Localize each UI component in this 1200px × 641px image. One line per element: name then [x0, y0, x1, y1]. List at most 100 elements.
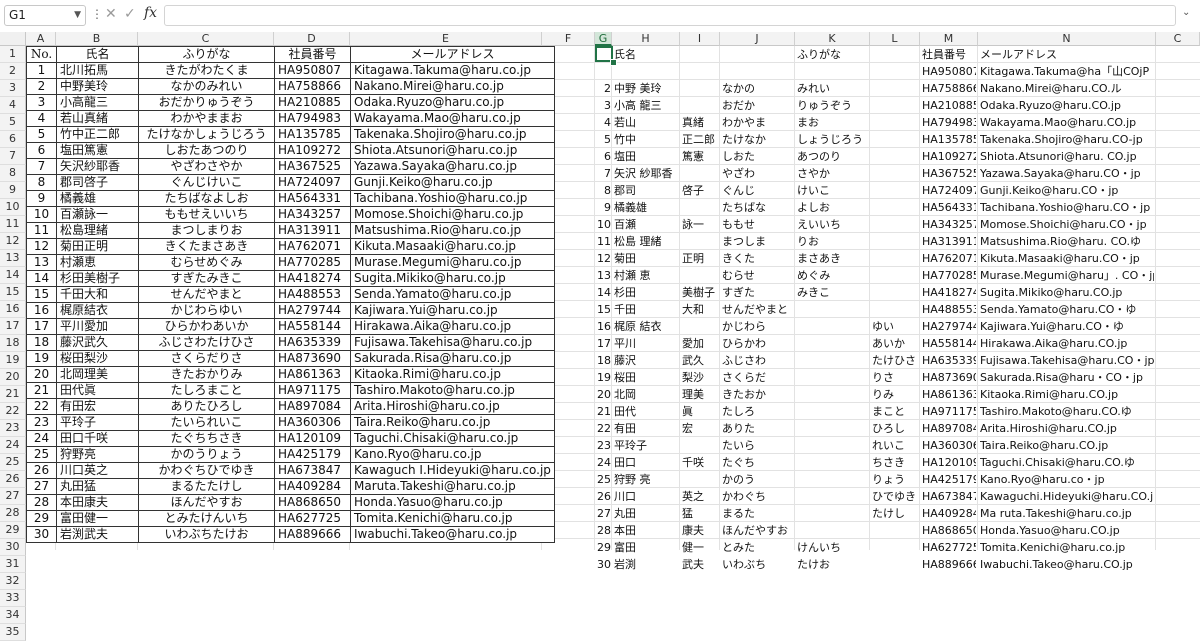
raw-cell-n[interactable]: Yazawa.Sayaka@haru.CO・jp — [980, 165, 1154, 182]
cell-furigana[interactable]: たしろまこと — [138, 382, 275, 399]
column-header-e[interactable]: E — [350, 32, 542, 46]
raw-cell-n[interactable]: Kajiwara.Yui@haru.CO・ゆ — [980, 318, 1154, 335]
cell-furigana[interactable]: さくらだりさ — [138, 350, 275, 367]
raw-cell-h[interactable]: 田口 — [614, 454, 678, 471]
cell-no[interactable]: 23 — [26, 414, 57, 431]
cell-email[interactable]: Sugita.Mikiko@haru.co.jp — [350, 270, 555, 287]
cell-email[interactable]: Kano.Ryo@haru.co.jp — [350, 446, 555, 463]
more-vertical-icon[interactable]: ⋮ — [91, 7, 103, 21]
x-icon[interactable]: ✕ — [105, 6, 117, 22]
column-header-l[interactable]: L — [870, 32, 920, 46]
row-header[interactable]: 7 — [0, 148, 26, 165]
row-header[interactable]: 4 — [0, 97, 26, 114]
raw-cell-i[interactable]: 英之 — [682, 488, 718, 505]
cell-employee-id[interactable]: HA897084 — [274, 398, 351, 415]
cell-email[interactable]: Kawaguch I.Hideyuki@haru.co.jp — [350, 462, 555, 479]
cell-employee-id[interactable]: HA971175 — [274, 382, 351, 399]
cell-employee-id[interactable]: HA758866 — [274, 78, 351, 95]
row-header[interactable]: 35 — [0, 624, 26, 641]
cell-employee-id[interactable]: HA627725 — [274, 510, 351, 527]
column-header-b[interactable]: B — [56, 32, 138, 46]
raw-cell-m[interactable]: HA120109 — [922, 454, 976, 471]
cell-no[interactable]: 6 — [26, 142, 57, 159]
cell-no[interactable]: 12 — [26, 238, 57, 255]
row-header[interactable]: 17 — [0, 318, 26, 335]
cell-name[interactable]: 橘義雄 — [56, 190, 139, 207]
cell-no[interactable]: 11 — [26, 222, 57, 239]
cell-no[interactable]: 22 — [26, 398, 57, 415]
raw-cell-h[interactable]: 松島 理緒 — [614, 233, 678, 250]
column-header-f[interactable]: F — [542, 32, 595, 46]
cell-furigana[interactable]: わかやままお — [138, 110, 275, 127]
cell-furigana[interactable]: やざわさやか — [138, 158, 275, 175]
cell-furigana[interactable]: まつしまりお — [138, 222, 275, 239]
column-header-a[interactable]: A — [26, 32, 56, 46]
raw-cell-n[interactable]: Gunji.Keiko@haru.CO・jp — [980, 182, 1154, 199]
formula-input[interactable] — [164, 5, 1176, 26]
cell-employee-id[interactable]: HA770285 — [274, 254, 351, 271]
raw-cell-m[interactable]: HA868650 — [922, 522, 976, 539]
raw-cell-j[interactable]: ぐんじ — [722, 182, 793, 199]
raw-cell-i[interactable]: 梨沙 — [682, 369, 718, 386]
cell-employee-id[interactable]: HA135785 — [274, 126, 351, 143]
raw-cell-i[interactable]: 眞 — [682, 403, 718, 420]
raw-cell-g[interactable]: 13 — [596, 267, 611, 284]
raw-cell-g[interactable]: 18 — [596, 352, 611, 369]
raw-cell-g[interactable]: 9 — [596, 199, 611, 216]
raw-cell-n[interactable]: Shiota.Atsunori@haru. CO.jp — [980, 148, 1154, 165]
raw-cell-j[interactable]: せんだやまと — [722, 301, 793, 318]
raw-cell-j[interactable]: たちばな — [722, 199, 793, 216]
cell-name[interactable]: 矢沢紗耶香 — [56, 158, 139, 175]
raw-cell-m[interactable]: HA418274 — [922, 284, 976, 301]
raw-cell-j[interactable]: とみた — [722, 539, 793, 556]
header-name[interactable]: 氏名 — [56, 46, 139, 63]
raw-cell-j[interactable]: むらせ — [722, 267, 793, 284]
cell-name[interactable]: 本田康夫 — [56, 494, 139, 511]
cell-no[interactable]: 25 — [26, 446, 57, 463]
raw-cell-m[interactable]: HA794983 — [922, 114, 976, 131]
row-header[interactable]: 26 — [0, 471, 26, 488]
raw-cell-h[interactable]: 有田 — [614, 420, 678, 437]
raw-cell-k[interactable]: みれい — [797, 80, 868, 97]
raw-cell-n[interactable]: Taguchi.Chisaki@haru.CO.ゆ — [980, 454, 1154, 471]
raw-cell-m[interactable]: HA558144 — [922, 335, 976, 352]
cell-email[interactable]: Honda.Yasuo@haru.co.jp — [350, 494, 555, 511]
cell-furigana[interactable]: たいられいこ — [138, 414, 275, 431]
cell-name[interactable]: 丸田猛 — [56, 478, 139, 495]
chevron-down-icon[interactable]: ▼ — [74, 6, 81, 25]
raw-cell-g[interactable]: 26 — [596, 488, 611, 505]
cell-name[interactable]: 富田健一 — [56, 510, 139, 527]
raw-cell-m[interactable]: HA135785 — [922, 131, 976, 148]
raw-cell-j[interactable]: かわぐち — [722, 488, 793, 505]
cell-name[interactable]: 岩渕武夫 — [56, 526, 139, 543]
raw-cell-j[interactable]: すぎた — [722, 284, 793, 301]
cell-furigana[interactable]: ももせえいいち — [138, 206, 275, 223]
cell-furigana[interactable]: せんだやまと — [138, 286, 275, 303]
cell-furigana[interactable]: ひらかわあいか — [138, 318, 275, 335]
raw-cell-k[interactable]: たけお — [797, 556, 868, 573]
cell-furigana[interactable]: いわぶちたけお — [138, 526, 275, 543]
row-header[interactable]: 6 — [0, 131, 26, 148]
column-header-n[interactable]: N — [978, 32, 1156, 46]
cell-no[interactable]: 29 — [26, 510, 57, 527]
cell-name[interactable]: 村瀬恵 — [56, 254, 139, 271]
cell-name[interactable]: 田代眞 — [56, 382, 139, 399]
raw-cell-k[interactable]: えいいち — [797, 216, 868, 233]
raw-cell-g[interactable]: 2 — [596, 80, 611, 97]
cell-name[interactable]: 藤沢武久 — [56, 334, 139, 351]
raw-cell-m[interactable]: HA770285 — [922, 267, 976, 284]
raw-cell-l[interactable]: たけし — [872, 505, 918, 522]
cell-email[interactable]: Iwabuchi.Takeo@haru.co.jp — [350, 526, 555, 543]
raw-cell-k[interactable]: りゅうぞう — [797, 97, 868, 114]
check-icon[interactable]: ✓ — [124, 6, 136, 22]
cell-email[interactable]: Wakayama.Mao@haru.co.jp — [350, 110, 555, 127]
raw-cell-g[interactable]: 25 — [596, 471, 611, 488]
cell-name[interactable]: 塩田篤憲 — [56, 142, 139, 159]
raw-cell-j[interactable]: ほんだやすお — [722, 522, 793, 539]
raw-cell-m[interactable]: HA109272 — [922, 148, 976, 165]
raw-cell-n[interactable]: Honda.Yasuo@haru.CO.jp — [980, 522, 1154, 539]
raw-cell-g[interactable]: 21 — [596, 403, 611, 420]
cell-employee-id[interactable]: HA635339 — [274, 334, 351, 351]
raw-cell-h[interactable]: 川口 — [614, 488, 678, 505]
raw-cell-g[interactable]: 8 — [596, 182, 611, 199]
